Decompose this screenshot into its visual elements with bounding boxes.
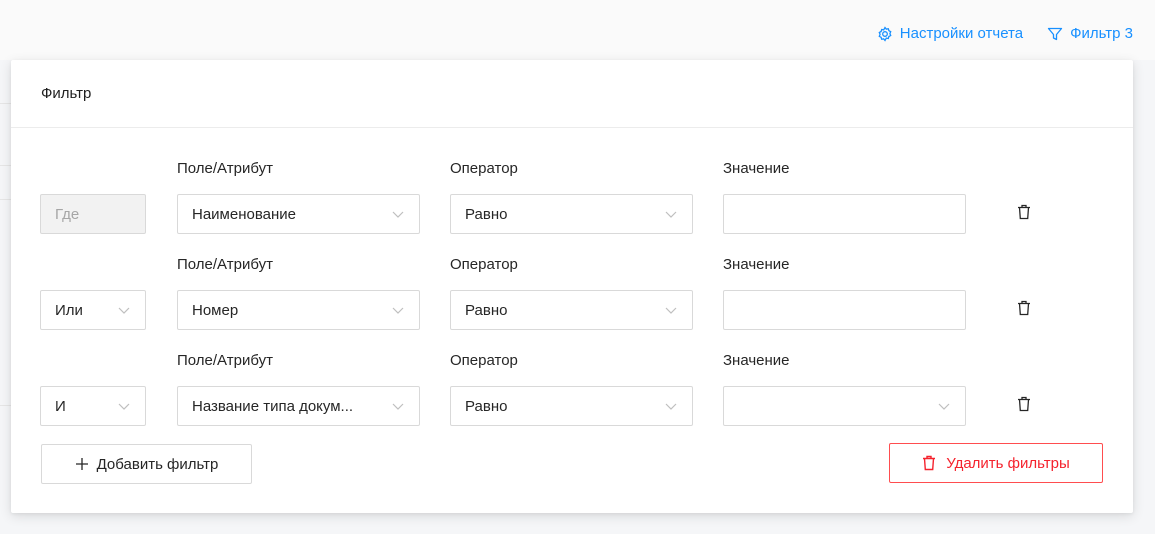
logic-select-value: Или: [55, 301, 83, 319]
operator-select-value: Равно: [465, 397, 508, 415]
operator-select-value: Равно: [465, 301, 508, 319]
logic-select-value: Где: [55, 205, 80, 223]
delete-filters-label: Удалить фильтры: [946, 454, 1070, 472]
value-input[interactable]: [723, 290, 966, 330]
field-select-value: Название типа докум...: [192, 397, 354, 415]
chevron-down-icon: [665, 211, 677, 218]
trash-icon[interactable]: [1017, 300, 1031, 316]
filter-icon: [1047, 27, 1063, 40]
filter-toggle-link[interactable]: Фильтр 3: [1047, 25, 1133, 42]
report-settings-label: Настройки отчета: [899, 25, 1024, 42]
chevron-down-icon: [392, 403, 404, 410]
report-settings-link[interactable]: Настройки отчета: [877, 25, 1023, 42]
add-filter-button[interactable]: Добавить фильтр: [41, 444, 252, 484]
operator-select[interactable]: Равно: [450, 290, 693, 330]
chevron-down-icon: [392, 211, 404, 218]
filter-row: Поле/Атрибут Оператор Значение Где Наиме…: [11, 160, 1133, 255]
filter-panel-title: Фильтр: [41, 85, 92, 102]
chevron-down-icon: [665, 307, 677, 314]
trash-icon[interactable]: [1017, 396, 1031, 412]
filter-toggle-label: Фильтр 3: [1070, 25, 1133, 42]
field-select[interactable]: Номер: [177, 290, 420, 330]
logic-select: Где: [40, 194, 146, 234]
field-label: Поле/Атрибут: [177, 160, 273, 177]
filter-panel: Фильтр Поле/Атрибут Оператор Значение Гд…: [11, 60, 1133, 513]
logic-select[interactable]: И: [40, 386, 146, 426]
chevron-down-icon: [665, 403, 677, 410]
operator-label: Оператор: [450, 160, 518, 177]
chevron-down-icon: [118, 403, 130, 410]
operator-select-value: Равно: [465, 205, 508, 223]
filter-panel-header: Фильтр: [11, 60, 1133, 128]
top-actions: Настройки отчета Фильтр 3: [877, 25, 1133, 42]
operator-select[interactable]: Равно: [450, 194, 693, 234]
logic-select-value: И: [55, 397, 66, 415]
field-select-value: Номер: [192, 301, 239, 319]
trash-icon: [923, 455, 936, 471]
field-select-value: Наименование: [192, 205, 296, 223]
filter-row: Поле/Атрибут Оператор Значение И Названи…: [11, 352, 1133, 447]
value-label: Значение: [723, 160, 790, 177]
value-label: Значение: [723, 256, 790, 273]
chevron-down-icon: [392, 307, 404, 314]
operator-select[interactable]: Равно: [450, 386, 693, 426]
trash-icon[interactable]: [1017, 204, 1031, 220]
chevron-down-icon: [938, 403, 950, 410]
field-select[interactable]: Наименование: [177, 194, 420, 234]
value-label: Значение: [723, 352, 790, 369]
value-input[interactable]: [723, 194, 966, 234]
operator-label: Оператор: [450, 352, 518, 369]
value-select[interactable]: [723, 386, 966, 426]
plus-icon: [75, 458, 88, 470]
logic-select[interactable]: Или: [40, 290, 146, 330]
add-filter-label: Добавить фильтр: [96, 455, 219, 473]
delete-filters-button[interactable]: Удалить фильтры: [889, 443, 1103, 483]
field-label: Поле/Атрибут: [177, 352, 273, 369]
operator-label: Оператор: [450, 256, 518, 273]
chevron-down-icon: [118, 307, 130, 314]
field-label: Поле/Атрибут: [177, 256, 273, 273]
filter-row: Поле/Атрибут Оператор Значение Или Номер…: [11, 256, 1133, 351]
field-select[interactable]: Название типа докум...: [177, 386, 420, 426]
gear-icon: [878, 25, 892, 42]
